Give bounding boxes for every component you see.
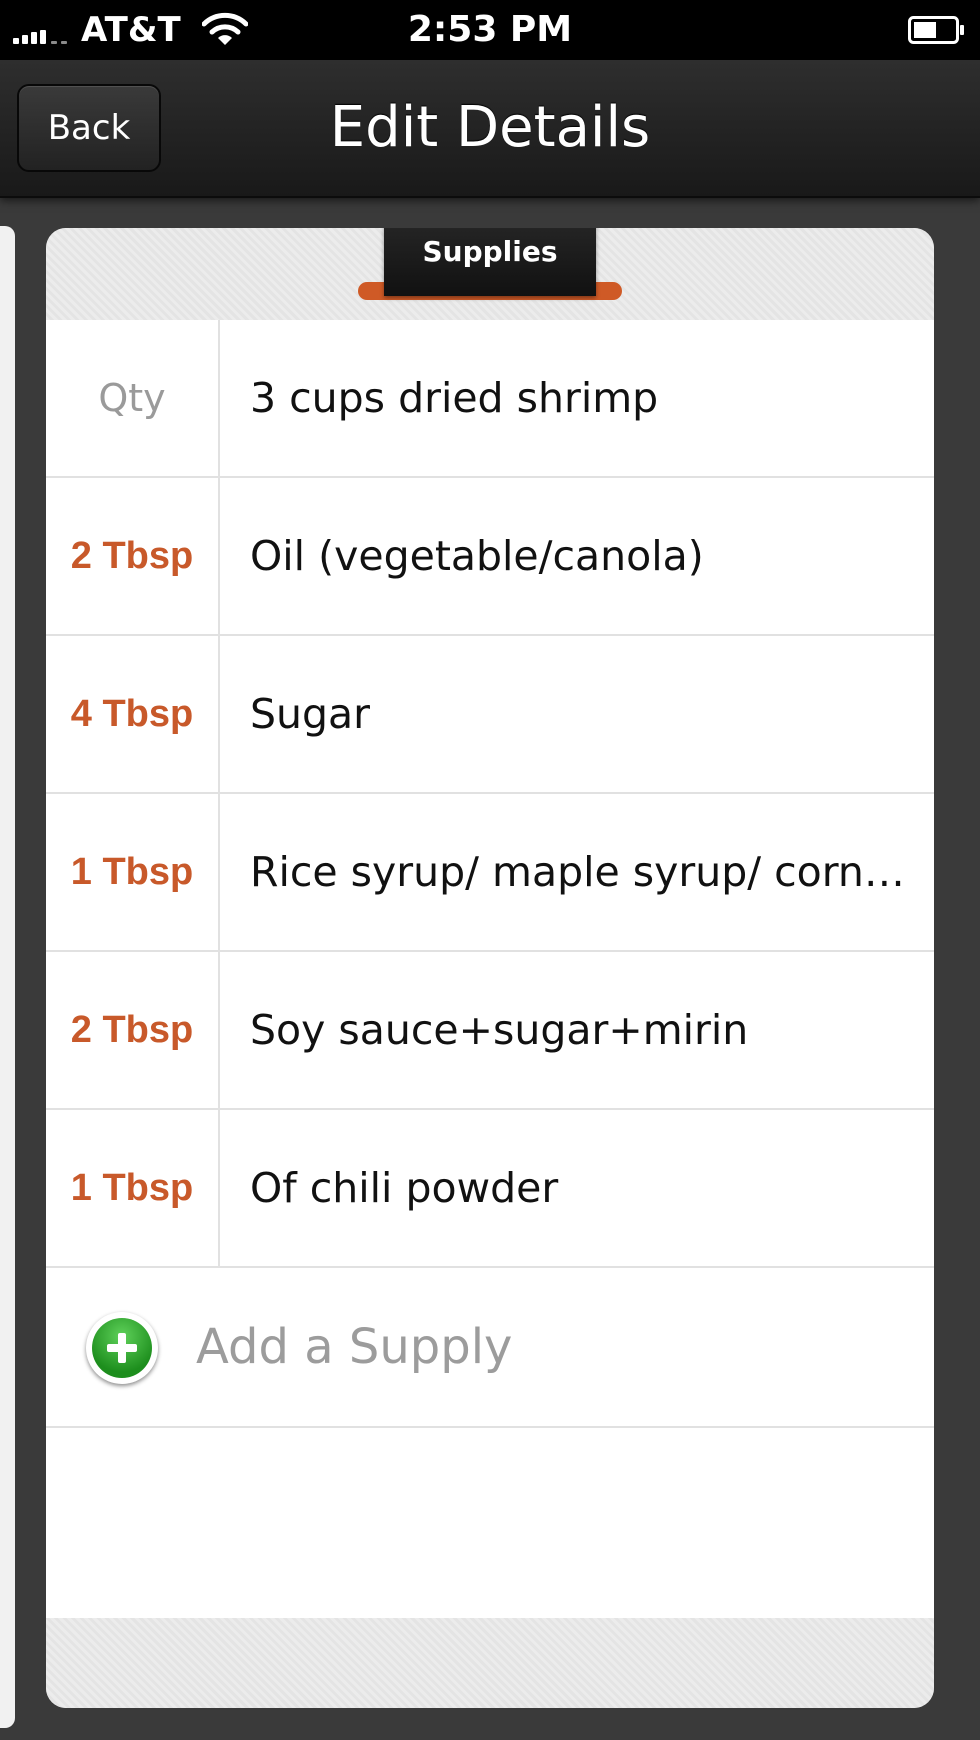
add-supply-label[interactable]: Add a Supply: [196, 1268, 512, 1426]
navigation-bar: Back Edit Details: [0, 60, 980, 198]
supply-name-field[interactable]: Rice syrup/ maple syrup/ corn…: [250, 794, 926, 950]
supply-row[interactable]: Qty 3 cups dried shrimp: [46, 320, 934, 478]
supply-qty-field[interactable]: 1 Tbsp: [46, 794, 220, 950]
supply-name-field[interactable]: Of chili powder: [250, 1110, 926, 1266]
page-title: Edit Details: [329, 95, 651, 160]
supply-qty-field[interactable]: 2 Tbsp: [46, 952, 220, 1108]
supply-name-field[interactable]: 3 cups dried shrimp: [250, 320, 926, 476]
supply-row[interactable]: 2 Tbsp Oil (vegetable/canola): [46, 478, 934, 636]
supply-row[interactable]: 1 Tbsp Rice syrup/ maple syrup/ corn…: [46, 794, 934, 952]
card-footer: [46, 1618, 934, 1708]
supply-qty-field[interactable]: 2 Tbsp: [46, 478, 220, 634]
tab-supplies[interactable]: Supplies: [384, 228, 596, 296]
supply-qty-field[interactable]: 1 Tbsp: [46, 1110, 220, 1266]
supply-row[interactable]: 2 Tbsp Soy sauce+sugar+mirin: [46, 952, 934, 1110]
previous-card-edge[interactable]: [0, 226, 15, 1728]
supply-name-field[interactable]: Sugar: [250, 636, 926, 792]
supply-qty-field[interactable]: Qty: [46, 320, 220, 476]
supply-qty-field[interactable]: 4 Tbsp: [46, 636, 220, 792]
add-circle-icon[interactable]: [86, 1312, 158, 1384]
supply-name-field[interactable]: Soy sauce+sugar+mirin: [250, 952, 926, 1108]
supplies-card: Qty 3 cups dried shrimp 2 Tbsp Oil (vege…: [46, 228, 934, 1708]
status-time: 2:53 PM: [407, 9, 573, 50]
status-bar: AT&T 2:53 PM: [0, 0, 980, 60]
supply-name-field[interactable]: Oil (vegetable/canola): [250, 478, 926, 634]
battery-icon: [908, 16, 964, 44]
supply-row[interactable]: 4 Tbsp Sugar: [46, 636, 934, 794]
supplies-list: Qty 3 cups dried shrimp 2 Tbsp Oil (vege…: [46, 320, 934, 1618]
supply-row[interactable]: 1 Tbsp Of chili powder: [46, 1110, 934, 1268]
add-supply-button[interactable]: Add a Supply: [46, 1268, 934, 1428]
